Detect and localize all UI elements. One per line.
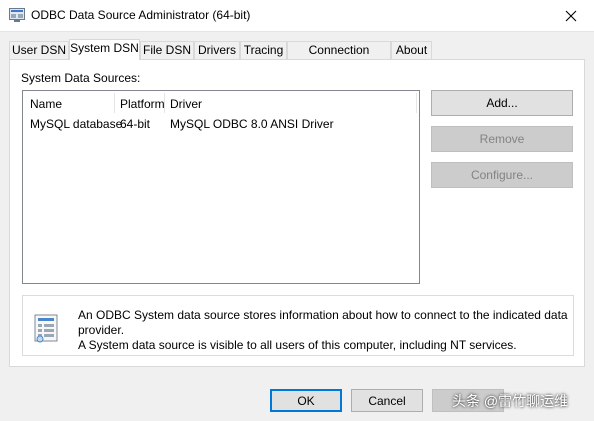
- data-source-info-icon: [34, 314, 58, 343]
- info-line-1: An ODBC System data source stores inform…: [78, 308, 568, 337]
- tab-tracing[interactable]: Tracing: [240, 41, 287, 59]
- cell-name: MySQL database: [30, 117, 123, 131]
- title-bar: ODBC Data Source Administrator (64-bit): [0, 0, 594, 32]
- close-icon: [565, 10, 577, 21]
- cell-driver: MySQL ODBC 8.0 ANSI Driver: [170, 117, 334, 131]
- column-header-driver[interactable]: Driver: [170, 95, 202, 113]
- tab-about[interactable]: About: [391, 41, 432, 59]
- watermark: 头条 @雷竹聊运维: [452, 393, 569, 409]
- ok-button[interactable]: OK: [270, 389, 342, 412]
- info-box: An ODBC System data source stores inform…: [22, 295, 574, 356]
- column-divider[interactable]: [416, 93, 417, 113]
- cancel-button[interactable]: Cancel: [351, 389, 423, 412]
- window-title: ODBC Data Source Administrator (64-bit): [31, 8, 251, 22]
- info-text: An ODBC System data source stores inform…: [78, 308, 573, 353]
- tab-system-dsn[interactable]: System DSN: [69, 39, 140, 60]
- cell-platform: 64-bit: [120, 117, 151, 131]
- tab-user-dsn[interactable]: User DSN: [9, 41, 69, 59]
- add-button[interactable]: Add...: [431, 90, 573, 116]
- table-row[interactable]: MySQL database 64-bit MySQL ODBC 8.0 ANS…: [23, 115, 419, 135]
- column-header-platform[interactable]: Platform: [120, 95, 165, 113]
- tab-connection-pooling[interactable]: Connection Pooling: [287, 41, 391, 74]
- data-sources-list[interactable]: Name Platform Driver MySQL database 64-b…: [22, 90, 420, 284]
- close-button[interactable]: [548, 0, 594, 31]
- column-header-name[interactable]: Name: [30, 95, 62, 113]
- column-divider[interactable]: [114, 93, 115, 113]
- odbc-admin-icon: [9, 8, 25, 22]
- configure-button[interactable]: Configure...: [431, 162, 573, 188]
- section-label: System Data Sources:: [21, 71, 141, 85]
- tab-file-dsn[interactable]: File DSN: [140, 41, 194, 59]
- column-divider[interactable]: [164, 93, 165, 113]
- system-dsn-panel: System Data Sources: Name Platform Drive…: [9, 59, 585, 367]
- tab-drivers[interactable]: Drivers: [194, 41, 240, 59]
- info-line-2: A System data source is visible to all u…: [78, 338, 517, 352]
- remove-button[interactable]: Remove: [431, 126, 573, 152]
